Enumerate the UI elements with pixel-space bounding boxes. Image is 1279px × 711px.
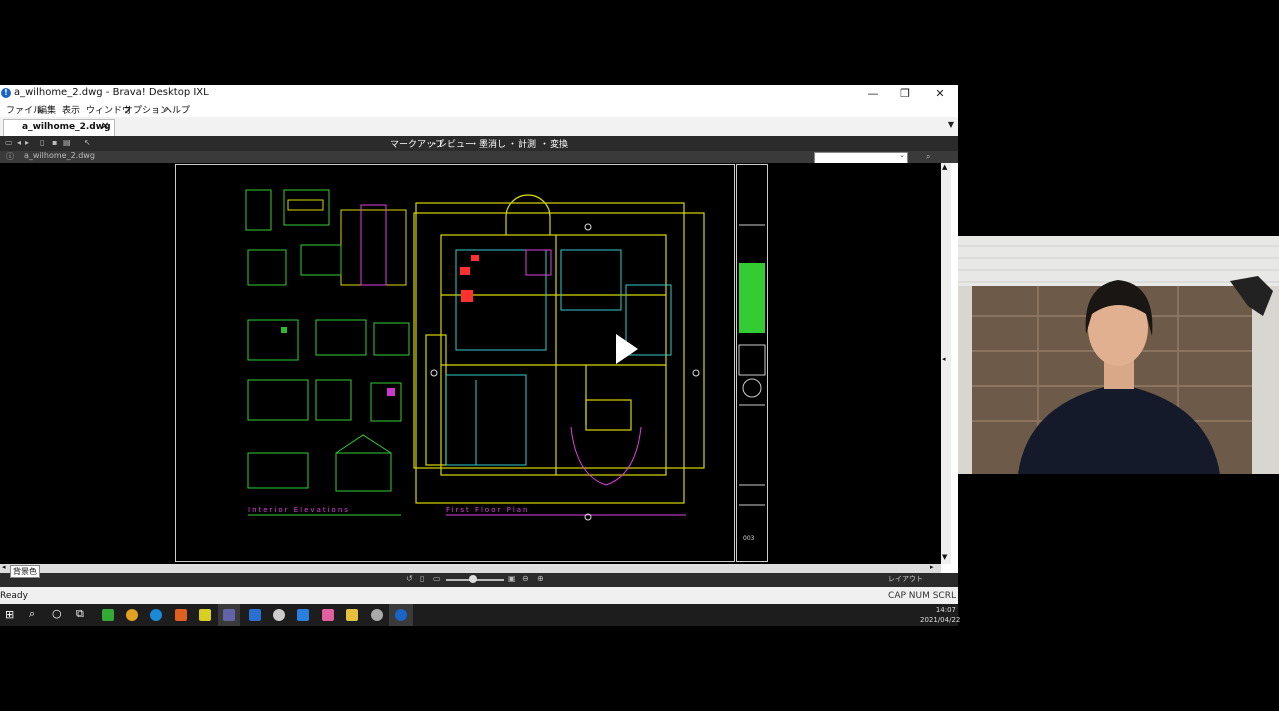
menu-help[interactable]: ヘルプ <box>163 103 190 116</box>
menu-view[interactable]: 表示 <box>62 103 80 116</box>
app-taskbar-icon[interactable] <box>322 609 334 621</box>
edge-icon[interactable] <box>150 609 162 621</box>
chrome-icon[interactable] <box>126 609 138 621</box>
pointer-icon[interactable]: ↖ <box>84 139 92 147</box>
file-explorer-icon[interactable] <box>346 609 358 621</box>
teams-active-tile[interactable] <box>218 604 240 626</box>
document-subbar: ⓘ a_wilhome_2.dwg ⌄ ⌕ <box>0 151 958 164</box>
zoom-window-icon[interactable]: ▣ <box>508 575 516 583</box>
app-taskbar-icon[interactable] <box>273 609 285 621</box>
title-bar[interactable]: ! a_wilhome_2.dwg - Brava! Desktop IXL —… <box>0 85 958 102</box>
windows-start-icon[interactable]: ⊞ <box>5 608 14 621</box>
tab-list-chevron-down-icon[interactable]: ▼ <box>948 120 954 129</box>
status-ready: Ready <box>0 591 28 601</box>
rotate-icon[interactable]: ↺ <box>406 575 414 583</box>
keyboard-indicators: CAP NUM SCRL <box>888 591 956 601</box>
restore-button[interactable]: ❐ <box>888 85 922 102</box>
task-view-icon[interactable]: ⧉ <box>76 607 84 621</box>
vscode-icon[interactable] <box>297 609 309 621</box>
save-icon[interactable]: ▪ <box>52 139 60 147</box>
page-icon[interactable]: ▯ <box>420 575 428 583</box>
scroll-left-icon[interactable]: ◂ <box>2 563 6 571</box>
left-caption: Interior Elevations <box>248 506 350 514</box>
brave-icon[interactable] <box>175 609 187 621</box>
fit-page-icon[interactable]: ▭ <box>433 575 441 583</box>
search-icon[interactable]: ⌕ <box>29 607 35 621</box>
toolbar: ▭ ◂ ▸ ▯ ▪ ▤ ↖ マークアップ ・ レビュー ・ 墨消し ・ 計測 ・… <box>0 136 958 151</box>
cad-title-block: 003 <box>736 164 768 562</box>
chevron-down-icon: ⌄ <box>899 151 905 159</box>
toolbar-convert[interactable]: 変換 <box>550 137 568 150</box>
forward-arrow-icon[interactable]: ▸ <box>25 139 33 147</box>
brava-active-tile[interactable] <box>389 604 413 626</box>
background-color-tooltip: 背景色 <box>10 565 40 578</box>
scroll-down-icon[interactable]: ▼ <box>942 553 947 561</box>
toolbar-separator: ・ <box>470 140 480 150</box>
layout-selector[interactable]: レイアウト <box>888 574 923 584</box>
toolbar-separator: ・ <box>540 140 550 150</box>
info-icon[interactable]: ⓘ <box>6 153 14 161</box>
window-title: a_wilhome_2.dwg - Brava! Desktop IXL <box>14 87 209 98</box>
video-play-icon[interactable] <box>614 332 640 369</box>
brava-icon <box>395 609 407 621</box>
app-taskbar-icon[interactable] <box>199 609 211 621</box>
close-button[interactable]: ✕ <box>923 85 957 102</box>
back-arrow-icon[interactable]: ◂ <box>17 139 25 147</box>
zoom-out-icon[interactable]: ⊖ <box>522 575 530 583</box>
bottom-toolbar: ↺ ▯ ▭ ▣ ⊖ ⊕ レイアウト <box>0 573 958 587</box>
windows-taskbar: ⊞ ⌕ ○ ⧉ 14:07 2021/04/22 <box>0 604 961 626</box>
menu-file[interactable]: ファイル <box>6 103 42 116</box>
document-icon[interactable]: ▯ <box>40 139 48 147</box>
toolbar-review[interactable]: レビュー <box>438 137 474 150</box>
right-caption: First Floor Plan <box>446 506 530 514</box>
clock-date: 2021/04/22 <box>920 616 961 624</box>
zoom-in-icon[interactable]: ⊕ <box>537 575 545 583</box>
search-icon[interactable]: ⌕ <box>926 153 934 161</box>
tab-label: a_wilhome_2.dwg <box>22 122 111 132</box>
scroll-up-icon[interactable]: ▲ <box>942 163 947 171</box>
minimize-button[interactable]: — <box>856 85 890 102</box>
toolbar-separator: ・ <box>508 140 518 150</box>
app-taskbar-icon[interactable] <box>371 609 383 621</box>
zoom-slider-thumb[interactable] <box>469 575 477 583</box>
tab-bar: a_wilhome_2.dwg ✕ ▼ <box>0 117 958 137</box>
scroll-right-icon[interactable]: ▸ <box>930 563 934 571</box>
app-taskbar-icon[interactable] <box>249 609 261 621</box>
menu-edit[interactable]: 編集 <box>38 103 56 116</box>
webcam-video-feed <box>958 236 1279 474</box>
status-bar: Ready CAP NUM SCRL <box>0 587 958 604</box>
horizontal-scrollbar[interactable]: ◂ ▸ <box>0 563 941 573</box>
document-path: a_wilhome_2.dwg <box>24 151 95 160</box>
system-clock[interactable]: 14:07 2021/04/22 <box>920 605 961 625</box>
sheet-number: 003 <box>743 535 755 542</box>
teams-icon <box>223 609 235 621</box>
tab-close-icon[interactable]: ✕ <box>101 121 109 132</box>
scroll-thumb-icon[interactable]: ◂ <box>942 355 946 363</box>
menu-bar: ファイル 編集 表示 ウィンドウ オプション ヘルプ <box>0 102 958 117</box>
vertical-scrollbar[interactable]: ▲ ◂ ▼ <box>941 163 951 564</box>
toolbar-redaction[interactable]: 墨消し <box>479 137 506 150</box>
clock-time: 14:07 <box>935 606 956 614</box>
print-icon[interactable]: ▤ <box>63 139 71 147</box>
tab-document[interactable]: a_wilhome_2.dwg ✕ <box>3 119 115 137</box>
brava-app-icon: ! <box>1 88 11 98</box>
cortana-icon[interactable]: ○ <box>52 607 62 620</box>
open-folder-icon[interactable]: ▭ <box>5 139 13 147</box>
app-window: ! a_wilhome_2.dwg - Brava! Desktop IXL —… <box>0 85 961 626</box>
cad-drawing-sheet[interactable]: Interior Elevations First Floor Plan <box>175 164 735 562</box>
toolbar-measure[interactable]: 計測 <box>518 137 536 150</box>
app-taskbar-icon[interactable] <box>102 609 114 621</box>
